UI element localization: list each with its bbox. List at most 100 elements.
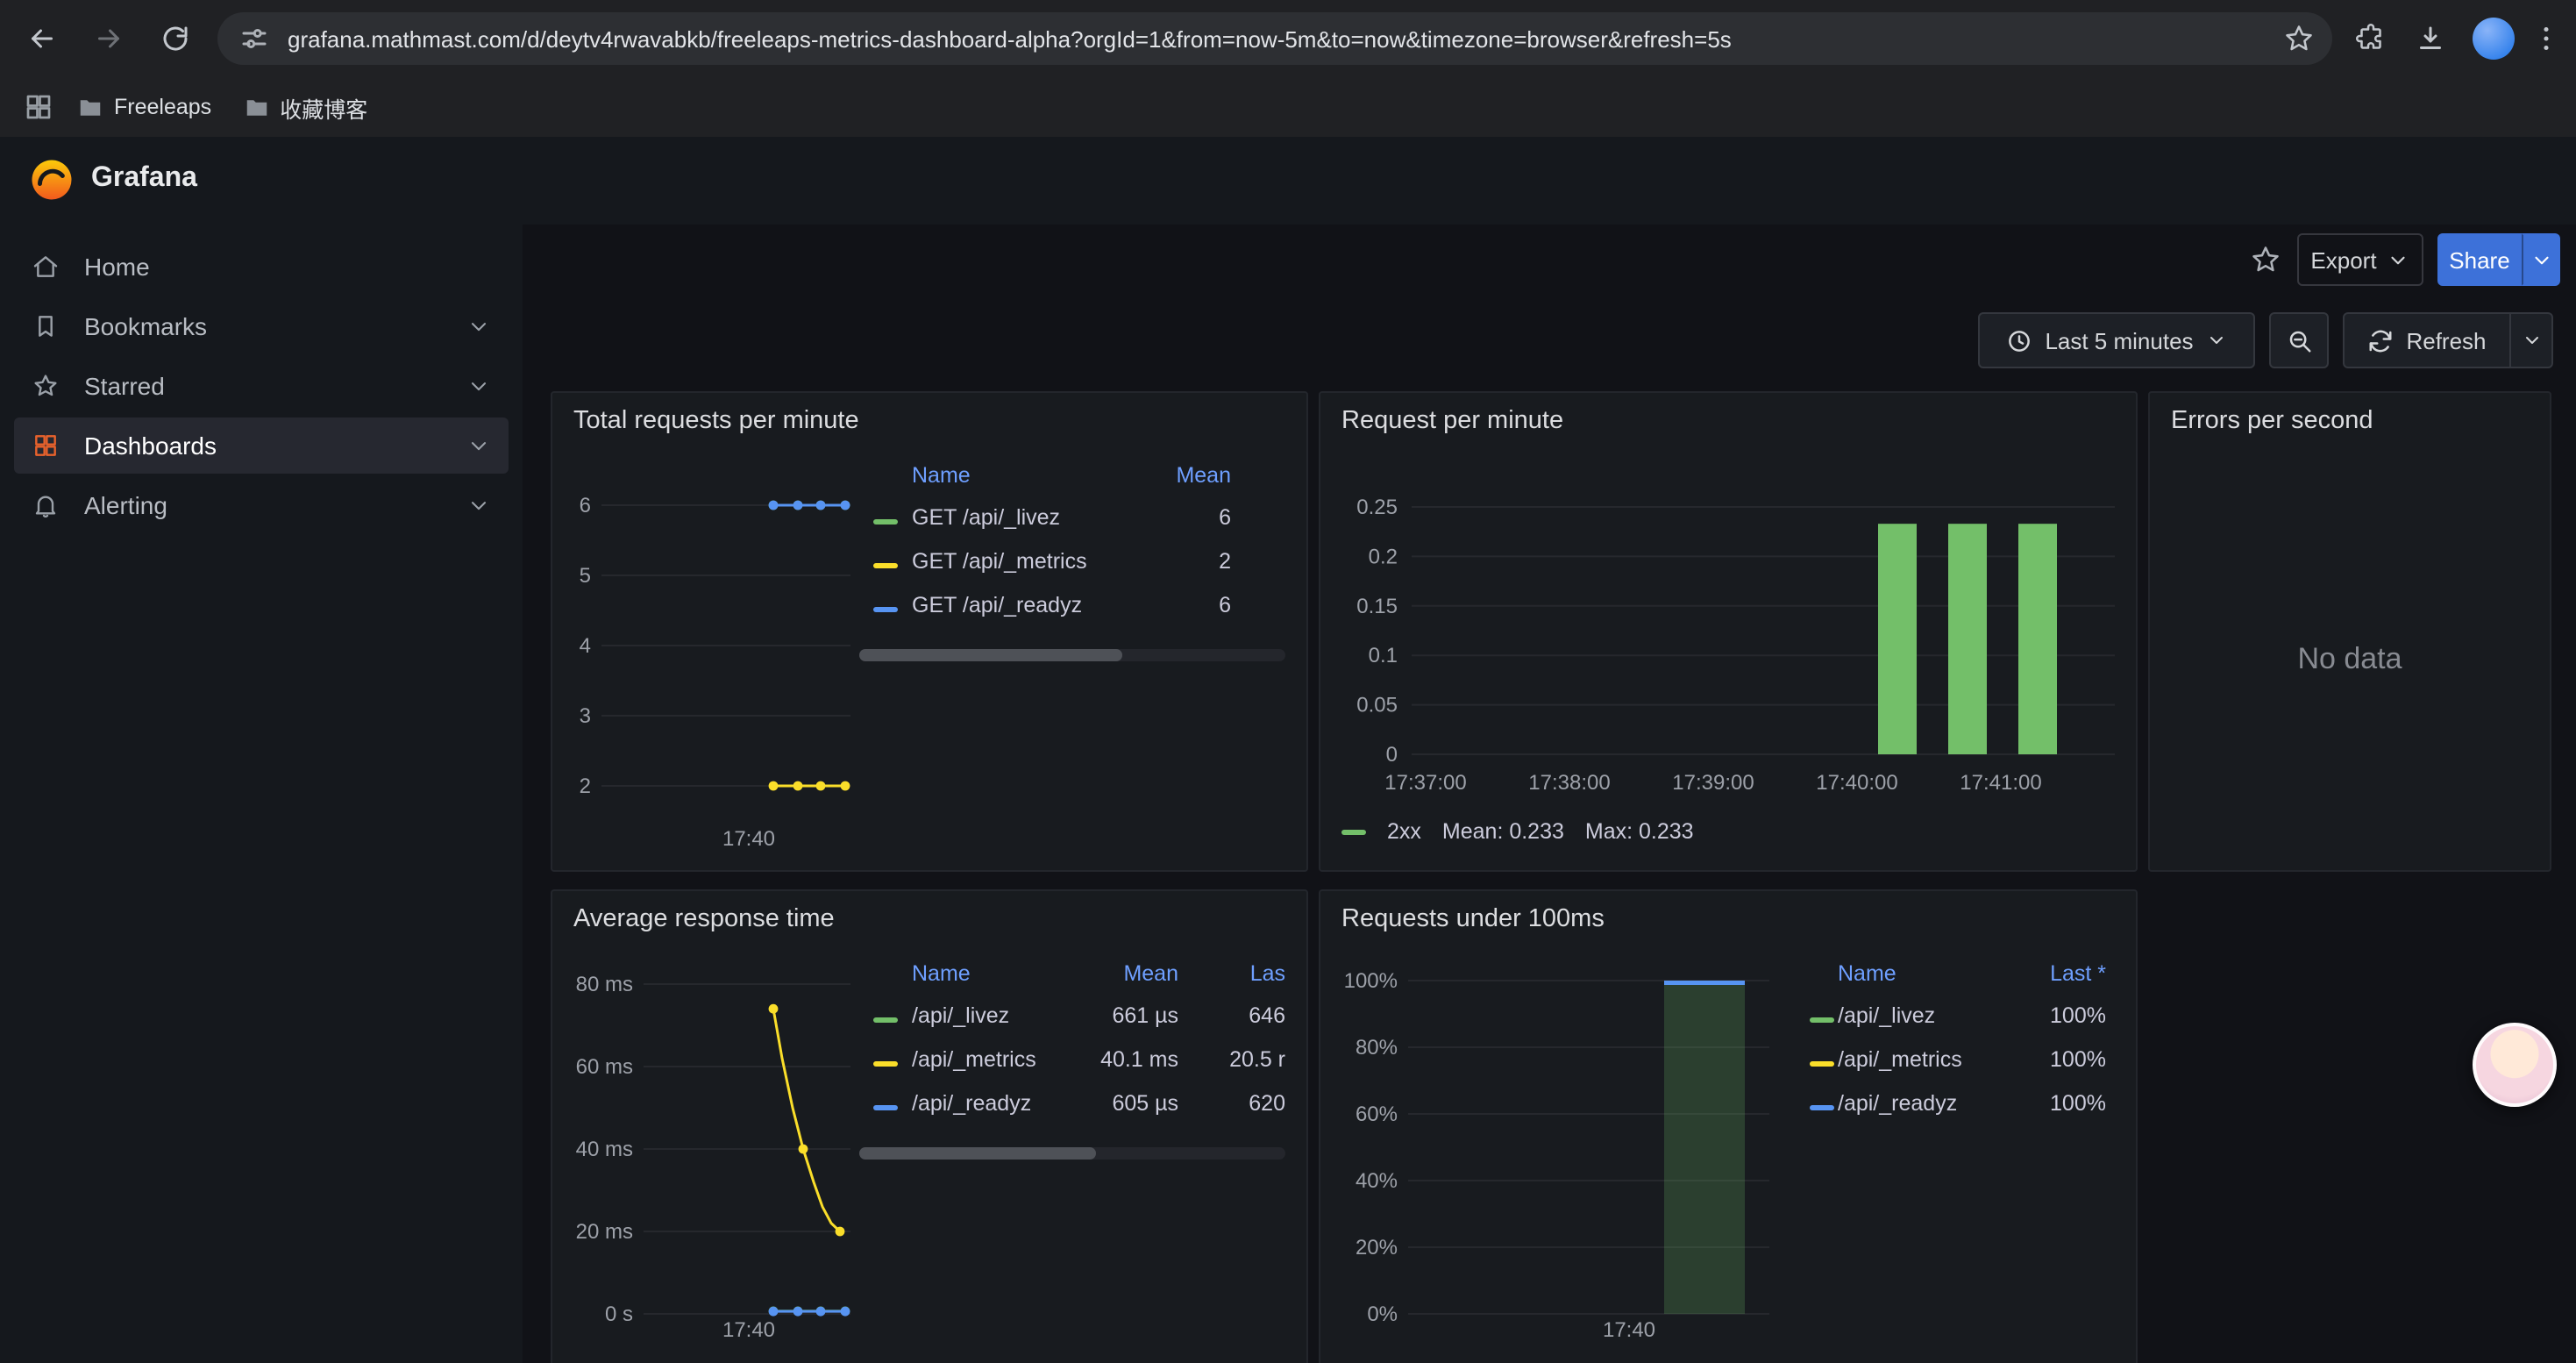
legend-series-name[interactable]: /api/_readyz [912,1091,1031,1116]
legend-cell: 646 [1203,1003,1285,1028]
series-name[interactable]: 2xx [1387,819,1421,844]
sidebar-item-bookmarks[interactable]: Bookmarks [14,298,509,354]
sidebar-item-dashboards[interactable]: Dashboards [14,417,509,474]
legend-cell: 40.1 ms [1042,1047,1178,1072]
legend-cell: 100% [1962,1003,2106,1028]
panel-title[interactable]: Average response time [573,905,835,933]
extensions-puzzle-icon[interactable] [2350,18,2392,60]
svg-text:0: 0 [1386,743,1398,767]
legend-row[interactable]: /api/_metrics100% [1794,1040,2110,1082]
legend-series-name[interactable]: /api/_readyz [1838,1091,1957,1116]
zoom-out-button[interactable] [2269,312,2329,368]
sidebar-item-label: Alerting [84,491,167,519]
export-button[interactable]: Export [2297,233,2423,286]
export-label: Export [2310,246,2376,273]
reload-icon[interactable] [154,18,196,60]
legend-cell: 605 µs [1042,1091,1178,1116]
chevron-down-icon [2206,330,2227,351]
forward-icon[interactable] [88,18,130,60]
chart-legend: 2xx Mean: 0.233 Max: 0.233 [1341,819,1694,844]
sidebar-item-label: Home [84,253,150,281]
panel-total-requests-per-minute: Total requests per minute 6543217:40 Nam… [551,391,1308,872]
chevron-down-icon [2530,248,2552,271]
legend-row[interactable]: /api/_readyz 605 µs 620 [859,1084,1285,1126]
chevron-down-icon [2521,330,2542,351]
legend-series-name[interactable]: /api/_metrics [912,1047,1036,1072]
svg-text:0.2: 0.2 [1369,545,1398,568]
bookmark-label: Freeleaps [114,95,211,119]
bookmark-item-blogs[interactable]: 收藏博客 [243,90,367,124]
url-bar[interactable]: grafana.mathmast.com/d/deytv4rwavabkb/fr… [217,12,2332,65]
share-button[interactable]: Share [2437,233,2522,286]
panel-title[interactable]: Request per minute [1341,407,1563,435]
legend-row[interactable]: /api/_livez661 µs646 [859,996,1285,1038]
kebab-menu-icon[interactable] [2525,18,2567,60]
apps-grid-icon[interactable] [21,89,56,125]
brand-title: Grafana [91,163,197,195]
bookmark-star-icon[interactable] [2283,23,2315,54]
refresh-interval-button[interactable] [2511,312,2553,368]
scrollbar-thumb[interactable] [859,649,1122,661]
svg-text:40 ms: 40 ms [576,1138,633,1161]
back-icon[interactable] [21,18,63,60]
svg-text:0.1: 0.1 [1369,644,1398,667]
chevron-down-icon[interactable] [466,433,491,458]
svg-text:20%: 20% [1356,1236,1398,1260]
sidebar: Home Bookmarks Starred Dashboards Alerting [0,225,524,1363]
panel-request-per-minute: Request per minute 0.250.20.150.10.05017… [1319,391,2138,872]
browser-toolbar: grafana.mathmast.com/d/deytv4rwavabkb/fr… [0,0,2576,79]
folder-icon [243,94,269,120]
svg-text:17:40: 17:40 [722,827,775,851]
sidebar-item-starred[interactable]: Starred [14,358,509,414]
svg-text:0.05: 0.05 [1356,694,1398,717]
chevron-down-icon[interactable] [466,374,491,398]
chevron-down-icon[interactable] [466,314,491,339]
time-range-picker[interactable]: Last 5 minutes [1978,312,2255,368]
sidebar-item-label: Starred [84,372,165,400]
bookmark-item-freeleaps[interactable]: Freeleaps [77,94,211,120]
legend-series-name[interactable]: GET /api/_livez [912,505,1060,530]
legend-row[interactable]: GET /api/_metrics2 [859,542,1285,584]
legend-series-name[interactable]: GET /api/_metrics [912,549,1087,574]
legend-row[interactable]: GET /api/_readyz6 [859,586,1285,628]
panel-title[interactable]: Requests under 100ms [1341,905,1605,933]
legend-cell: 100% [1962,1047,2106,1072]
scrollbar-thumb[interactable] [859,1147,1096,1160]
legend-scrollbar[interactable] [859,1147,1285,1160]
panel-title[interactable]: Total requests per minute [573,407,859,435]
legend-header: NameMean [859,456,1285,498]
sidebar-item-alerting[interactable]: Alerting [14,477,509,533]
time-range-label: Last 5 minutes [2045,327,2193,353]
legend-row[interactable]: /api/_metrics40.1 ms20.5 r [859,1040,1285,1082]
refresh-button[interactable]: Refresh [2343,312,2511,368]
sidebar-item-home[interactable]: Home [14,239,509,295]
legend-series-name[interactable]: /api/_livez [912,1003,1009,1028]
legend-table: NameMeanGET /api/_livez6GET /api/_metric… [859,393,1285,870]
legend-cell: 620 [1203,1091,1285,1116]
download-icon[interactable] [2409,18,2451,60]
svg-text:4: 4 [580,634,591,658]
site-info-icon[interactable] [238,23,270,54]
legend-row[interactable]: /api/_livez 100% [1794,996,2110,1038]
legend-row[interactable]: GET /api/_livez6 [859,498,1285,540]
legend-cell: Las [1203,961,1285,986]
legend-cell: 100% [1962,1091,2106,1116]
svg-text:17:41:00: 17:41:00 [1960,771,2041,795]
legend-series-name[interactable]: /api/_livez [1838,1003,1935,1028]
floating-avatar[interactable] [2473,1023,2557,1107]
browser-profile-avatar[interactable] [2473,18,2515,60]
legend-series-name[interactable]: GET /api/_readyz [912,593,1082,617]
series-swatch [873,1017,898,1023]
svg-text:0.15: 0.15 [1356,595,1398,618]
series-swatch [1810,1105,1834,1110]
bell-icon [32,491,60,519]
grafana-logo[interactable] [28,156,75,203]
legend-row[interactable]: /api/_readyz100% [1794,1084,2110,1126]
legend-cell: Mean [1042,961,1178,986]
share-menu-button[interactable] [2522,233,2560,286]
favorite-star-icon[interactable] [2248,242,2283,277]
legend-scrollbar[interactable] [859,649,1285,661]
legend-series-name[interactable]: /api/_metrics [1838,1047,1962,1072]
chevron-down-icon[interactable] [466,493,491,517]
panel-title[interactable]: Errors per second [2171,407,2373,435]
